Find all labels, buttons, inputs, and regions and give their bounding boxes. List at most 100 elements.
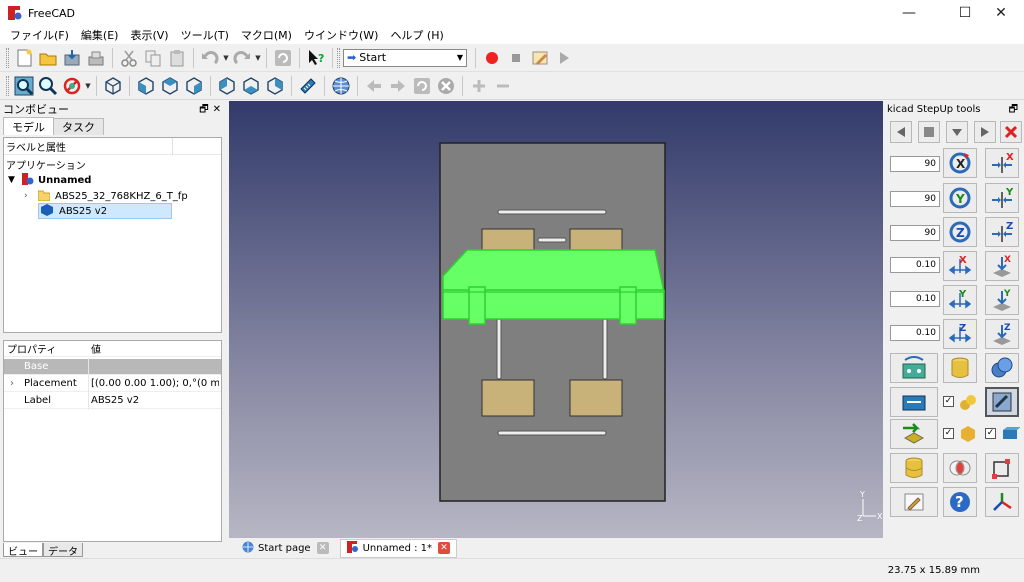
menu-tools[interactable]: ツール(T) (175, 27, 235, 43)
zoom-out-icon[interactable] (492, 75, 514, 97)
place-y-icon[interactable]: Y (985, 285, 1019, 315)
workbench-selector[interactable]: ➡ Start ▼ (343, 48, 467, 67)
place-x-icon[interactable]: X (985, 251, 1019, 281)
close-tab-icon[interactable]: ✕ (316, 542, 329, 554)
move-x-icon[interactable]: X (943, 251, 977, 281)
close-tools-button[interactable] (1000, 121, 1022, 143)
refresh-icon[interactable] (272, 47, 294, 69)
toolbar-grip[interactable] (6, 75, 9, 96)
rotate-y-icon[interactable]: Y (943, 183, 977, 213)
axis-tool-icon[interactable] (985, 487, 1019, 517)
paste-icon[interactable] (166, 47, 188, 69)
view-rear-icon[interactable] (216, 75, 238, 97)
web-forward-icon[interactable] (387, 75, 409, 97)
selected-crystal-body[interactable] (442, 249, 665, 325)
web-refresh-icon[interactable] (411, 75, 433, 97)
draw-style-icon[interactable] (61, 75, 83, 97)
undo-dropdown-icon[interactable]: ▼ (222, 47, 230, 69)
web-stop-icon[interactable] (435, 75, 457, 97)
redo-dropdown-icon[interactable]: ▼ (254, 47, 262, 69)
menu-macro[interactable]: マクロ(M) (235, 27, 298, 43)
export-board-icon[interactable] (890, 387, 938, 417)
close-tab-icon[interactable]: ✕ (438, 542, 451, 554)
tab-start-page[interactable]: Start page ✕ (235, 539, 336, 558)
macro-edit-icon[interactable] (529, 47, 551, 69)
edit-pencil-icon[interactable] (890, 487, 938, 517)
align-y-icon[interactable]: Y (985, 183, 1019, 213)
chevron-right-icon[interactable]: › (24, 191, 38, 201)
menu-edit[interactable]: 編集(E) (75, 27, 125, 43)
push-model-icon[interactable] (890, 419, 938, 449)
load-kicad-board-icon[interactable] (890, 353, 938, 383)
rotate-z-input[interactable]: 90 (890, 225, 940, 241)
gold-parts-icon[interactable] (956, 387, 980, 417)
property-row-placement[interactable]: › Placement [(0.00 0.00 1.00); 0,°(0 mm … (4, 376, 221, 392)
property-row-label[interactable]: Label ABS25 v2 (4, 393, 221, 409)
view-front-icon[interactable] (135, 75, 157, 97)
translate-x-input[interactable]: 0.10 (890, 257, 940, 273)
translate-z-input[interactable]: 0.10 (890, 325, 940, 341)
intersection-icon[interactable] (943, 453, 977, 483)
fit-selection-icon[interactable] (37, 75, 59, 97)
rotate-x-input[interactable]: 90 (890, 156, 940, 172)
measure-icon[interactable] (297, 75, 319, 97)
toolbar-grip[interactable] (6, 47, 9, 68)
checkbox-box[interactable]: ✓ (985, 428, 996, 439)
web-globe-icon[interactable] (330, 75, 352, 97)
zoom-in-icon[interactable] (468, 75, 490, 97)
close-button[interactable]: ✕ (978, 0, 1024, 26)
draw-style-dropdown-icon[interactable]: ▼ (84, 75, 92, 97)
undo-icon[interactable] (199, 47, 221, 69)
tree-document[interactable]: ▼ Unnamed (8, 172, 91, 188)
3d-viewport[interactable]: Y X Z (229, 101, 883, 538)
view-top-icon[interactable] (159, 75, 181, 97)
view-bottom-icon[interactable] (240, 75, 262, 97)
tab-model[interactable]: モデル (3, 117, 54, 135)
view-right-icon[interactable] (183, 75, 205, 97)
checkbox-export[interactable]: ✓ (943, 396, 954, 407)
nav-stop-button[interactable] (918, 121, 940, 143)
view-isometric-icon[interactable] (102, 75, 124, 97)
close-icon[interactable]: ✕ (213, 104, 225, 115)
tree-item-footprint[interactable]: › ABS25_32_768KHZ_6_T_fp (24, 188, 188, 204)
macro-run-icon[interactable] (553, 47, 575, 69)
menu-window[interactable]: ウインドウ(W) (298, 27, 384, 43)
tab-unnamed[interactable]: Unnamed : 1* ✕ (339, 538, 458, 558)
property-value[interactable]: [(0.00 0.00 1.00); 0,°(0 mm ... (91, 378, 219, 389)
copy-icon[interactable] (142, 47, 164, 69)
align-z-icon[interactable]: Z (985, 217, 1019, 247)
tab-view[interactable]: ビュー (3, 543, 43, 558)
translate-y-input[interactable]: 0.10 (890, 291, 940, 307)
tab-task[interactable]: タスク (53, 118, 104, 135)
tab-data[interactable]: データ (43, 543, 83, 558)
rotate-x-icon[interactable]: X (943, 148, 977, 178)
web-back-icon[interactable] (363, 75, 385, 97)
property-group-base[interactable]: Base (4, 359, 221, 375)
toolbar-grip[interactable] (337, 47, 340, 68)
checkbox-push[interactable]: ✓ (943, 428, 954, 439)
3d-scene[interactable]: Y X Z (229, 101, 883, 538)
nav-forward-button[interactable] (974, 121, 996, 143)
bounding-box-icon[interactable] (985, 453, 1019, 483)
menu-help[interactable]: ヘルプ (H) (384, 27, 449, 43)
view-left-icon[interactable] (264, 75, 286, 97)
float-icon[interactable]: 🗗 (1009, 102, 1018, 119)
macro-stop-icon[interactable] (505, 47, 527, 69)
new-file-icon[interactable] (13, 47, 35, 69)
open-folder-icon[interactable] (37, 47, 59, 69)
pad-4[interactable] (569, 379, 623, 417)
save-icon[interactable] (61, 47, 83, 69)
chevron-right-icon[interactable]: › (10, 378, 14, 389)
box-parts-icon[interactable] (998, 419, 1022, 449)
menu-file[interactable]: ファイル(F) (4, 27, 75, 43)
move-y-icon[interactable]: Y (943, 285, 977, 315)
tree-item-abs25-v2[interactable]: ABS25 v2 (38, 203, 172, 219)
save-as-icon[interactable] (85, 47, 107, 69)
minimize-button[interactable]: — (886, 0, 932, 26)
redo-icon[interactable] (231, 47, 253, 69)
rotate-z-icon[interactable]: Z (943, 217, 977, 247)
help-icon[interactable]: ? (943, 487, 977, 517)
toggle-view-icon[interactable] (985, 387, 1019, 417)
move-z-icon[interactable]: Z (943, 319, 977, 349)
whats-this-icon[interactable]: ? (305, 47, 327, 69)
